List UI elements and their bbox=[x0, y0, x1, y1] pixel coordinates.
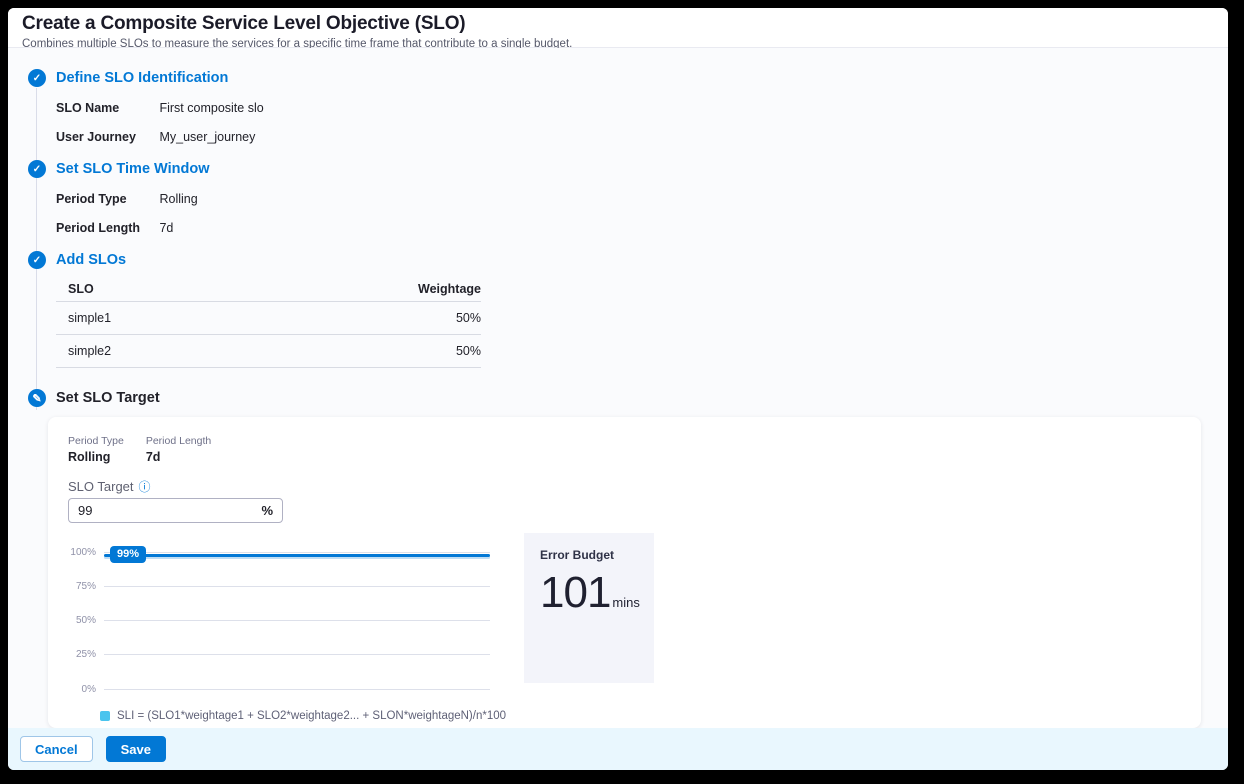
step-edit-pencil-icon bbox=[28, 389, 46, 407]
step-title: Set SLO Time Window bbox=[56, 161, 209, 177]
step-title: Set SLO Target bbox=[56, 390, 160, 406]
error-budget-card: Error Budget 101 mins bbox=[524, 533, 654, 683]
slo-identification-summary: SLO Name First composite slo User Journe… bbox=[56, 94, 264, 152]
period-length-label: Period Length bbox=[56, 214, 156, 243]
slo-cell: simple1 bbox=[56, 311, 391, 325]
slo-target-slider-chart: 100% 75% 50% 25% 0% 99% bbox=[68, 546, 513, 696]
table-row: simple1 50% bbox=[56, 302, 481, 335]
gridline-0 bbox=[104, 689, 490, 690]
dialog-footer: Cancel Save bbox=[8, 728, 1228, 770]
period-type-value: Rolling bbox=[159, 192, 197, 206]
slo-target-input[interactable] bbox=[78, 503, 261, 518]
time-window-summary: Period Type Rolling Period Length 7d bbox=[56, 185, 198, 243]
dialog-header: Create a Composite Service Level Objecti… bbox=[8, 8, 1228, 48]
error-budget-unit: mins bbox=[612, 595, 639, 610]
target-slider-handle[interactable]: 99% bbox=[110, 546, 146, 563]
y-tick: 25% bbox=[68, 649, 96, 660]
y-tick: 75% bbox=[68, 581, 96, 592]
weightage-cell: 50% bbox=[391, 311, 481, 325]
step-complete-check-icon bbox=[28, 160, 46, 178]
slos-weightage-table: SLO Weightage simple1 50% simple2 50% bbox=[56, 276, 481, 368]
gridline-75 bbox=[104, 586, 490, 587]
y-tick: 50% bbox=[68, 615, 96, 626]
slo-target-card: Period Type Rolling Period Length 7d SLO… bbox=[48, 417, 1201, 728]
page-title: Create a Composite Service Level Objecti… bbox=[22, 13, 1228, 35]
user-journey-label: User Journey bbox=[56, 123, 156, 152]
period-type-label: Period Type bbox=[68, 435, 124, 447]
y-tick: 0% bbox=[68, 684, 96, 695]
gridline-50 bbox=[104, 620, 490, 621]
weightage-cell: 50% bbox=[391, 344, 481, 358]
create-composite-slo-dialog: Create a Composite Service Level Objecti… bbox=[8, 8, 1228, 770]
step-title: Add SLOs bbox=[56, 252, 126, 268]
step-set-slo-target[interactable]: Set SLO Target bbox=[28, 389, 160, 407]
y-tick: 100% bbox=[68, 547, 96, 558]
slo-target-label-text: SLO Target bbox=[68, 479, 134, 494]
slo-name-value: First composite slo bbox=[159, 101, 263, 115]
field-row: Period Type Rolling bbox=[56, 185, 198, 214]
legend-text: SLI = (SLO1*weightage1 + SLO2*weightage2… bbox=[117, 710, 506, 722]
field-row: SLO Name First composite slo bbox=[56, 94, 264, 123]
gridline-25 bbox=[104, 654, 490, 655]
period-type-label: Period Type bbox=[56, 185, 156, 214]
slo-name-label: SLO Name bbox=[56, 94, 156, 123]
period-length-label: Period Length bbox=[146, 435, 211, 447]
percent-suffix: % bbox=[261, 503, 273, 518]
field-row: Period Length 7d bbox=[56, 214, 198, 243]
period-summary: Period Type Rolling Period Length 7d bbox=[68, 435, 1181, 464]
step-define-slo-identification[interactable]: Define SLO Identification bbox=[28, 69, 228, 87]
save-button[interactable]: Save bbox=[106, 736, 166, 762]
step-set-slo-time-window[interactable]: Set SLO Time Window bbox=[28, 160, 209, 178]
step-add-slos[interactable]: Add SLOs bbox=[28, 251, 126, 269]
stepper-rail bbox=[36, 88, 37, 410]
slo-target-input-group: % bbox=[68, 498, 283, 523]
table-header-row: SLO Weightage bbox=[56, 276, 481, 302]
slo-target-field-label: SLO Target bbox=[68, 479, 1181, 494]
wizard-content: Define SLO Identification SLO Name First… bbox=[8, 48, 1228, 728]
error-budget-label: Error Budget bbox=[540, 548, 638, 562]
error-budget-value: 101 bbox=[540, 568, 610, 618]
period-type-value: Rolling bbox=[68, 450, 124, 464]
step-complete-check-icon bbox=[28, 69, 46, 87]
legend-swatch-icon bbox=[100, 711, 110, 721]
period-length-value: 7d bbox=[159, 221, 173, 235]
sli-formula-legend: SLI = (SLO1*weightage1 + SLO2*weightage2… bbox=[100, 710, 1181, 722]
slo-cell: simple2 bbox=[56, 344, 391, 358]
col-header-slo: SLO bbox=[56, 282, 391, 296]
period-length-value: 7d bbox=[146, 450, 211, 464]
target-slider-track[interactable] bbox=[104, 554, 490, 557]
step-title: Define SLO Identification bbox=[56, 70, 228, 86]
col-header-weightage: Weightage bbox=[391, 282, 481, 296]
field-row: User Journey My_user_journey bbox=[56, 123, 264, 152]
user-journey-value: My_user_journey bbox=[159, 130, 255, 144]
gridline-100 bbox=[104, 552, 490, 553]
table-row: simple2 50% bbox=[56, 335, 481, 368]
step-complete-check-icon bbox=[28, 251, 46, 269]
info-icon[interactable] bbox=[139, 481, 151, 493]
cancel-button[interactable]: Cancel bbox=[20, 736, 93, 762]
